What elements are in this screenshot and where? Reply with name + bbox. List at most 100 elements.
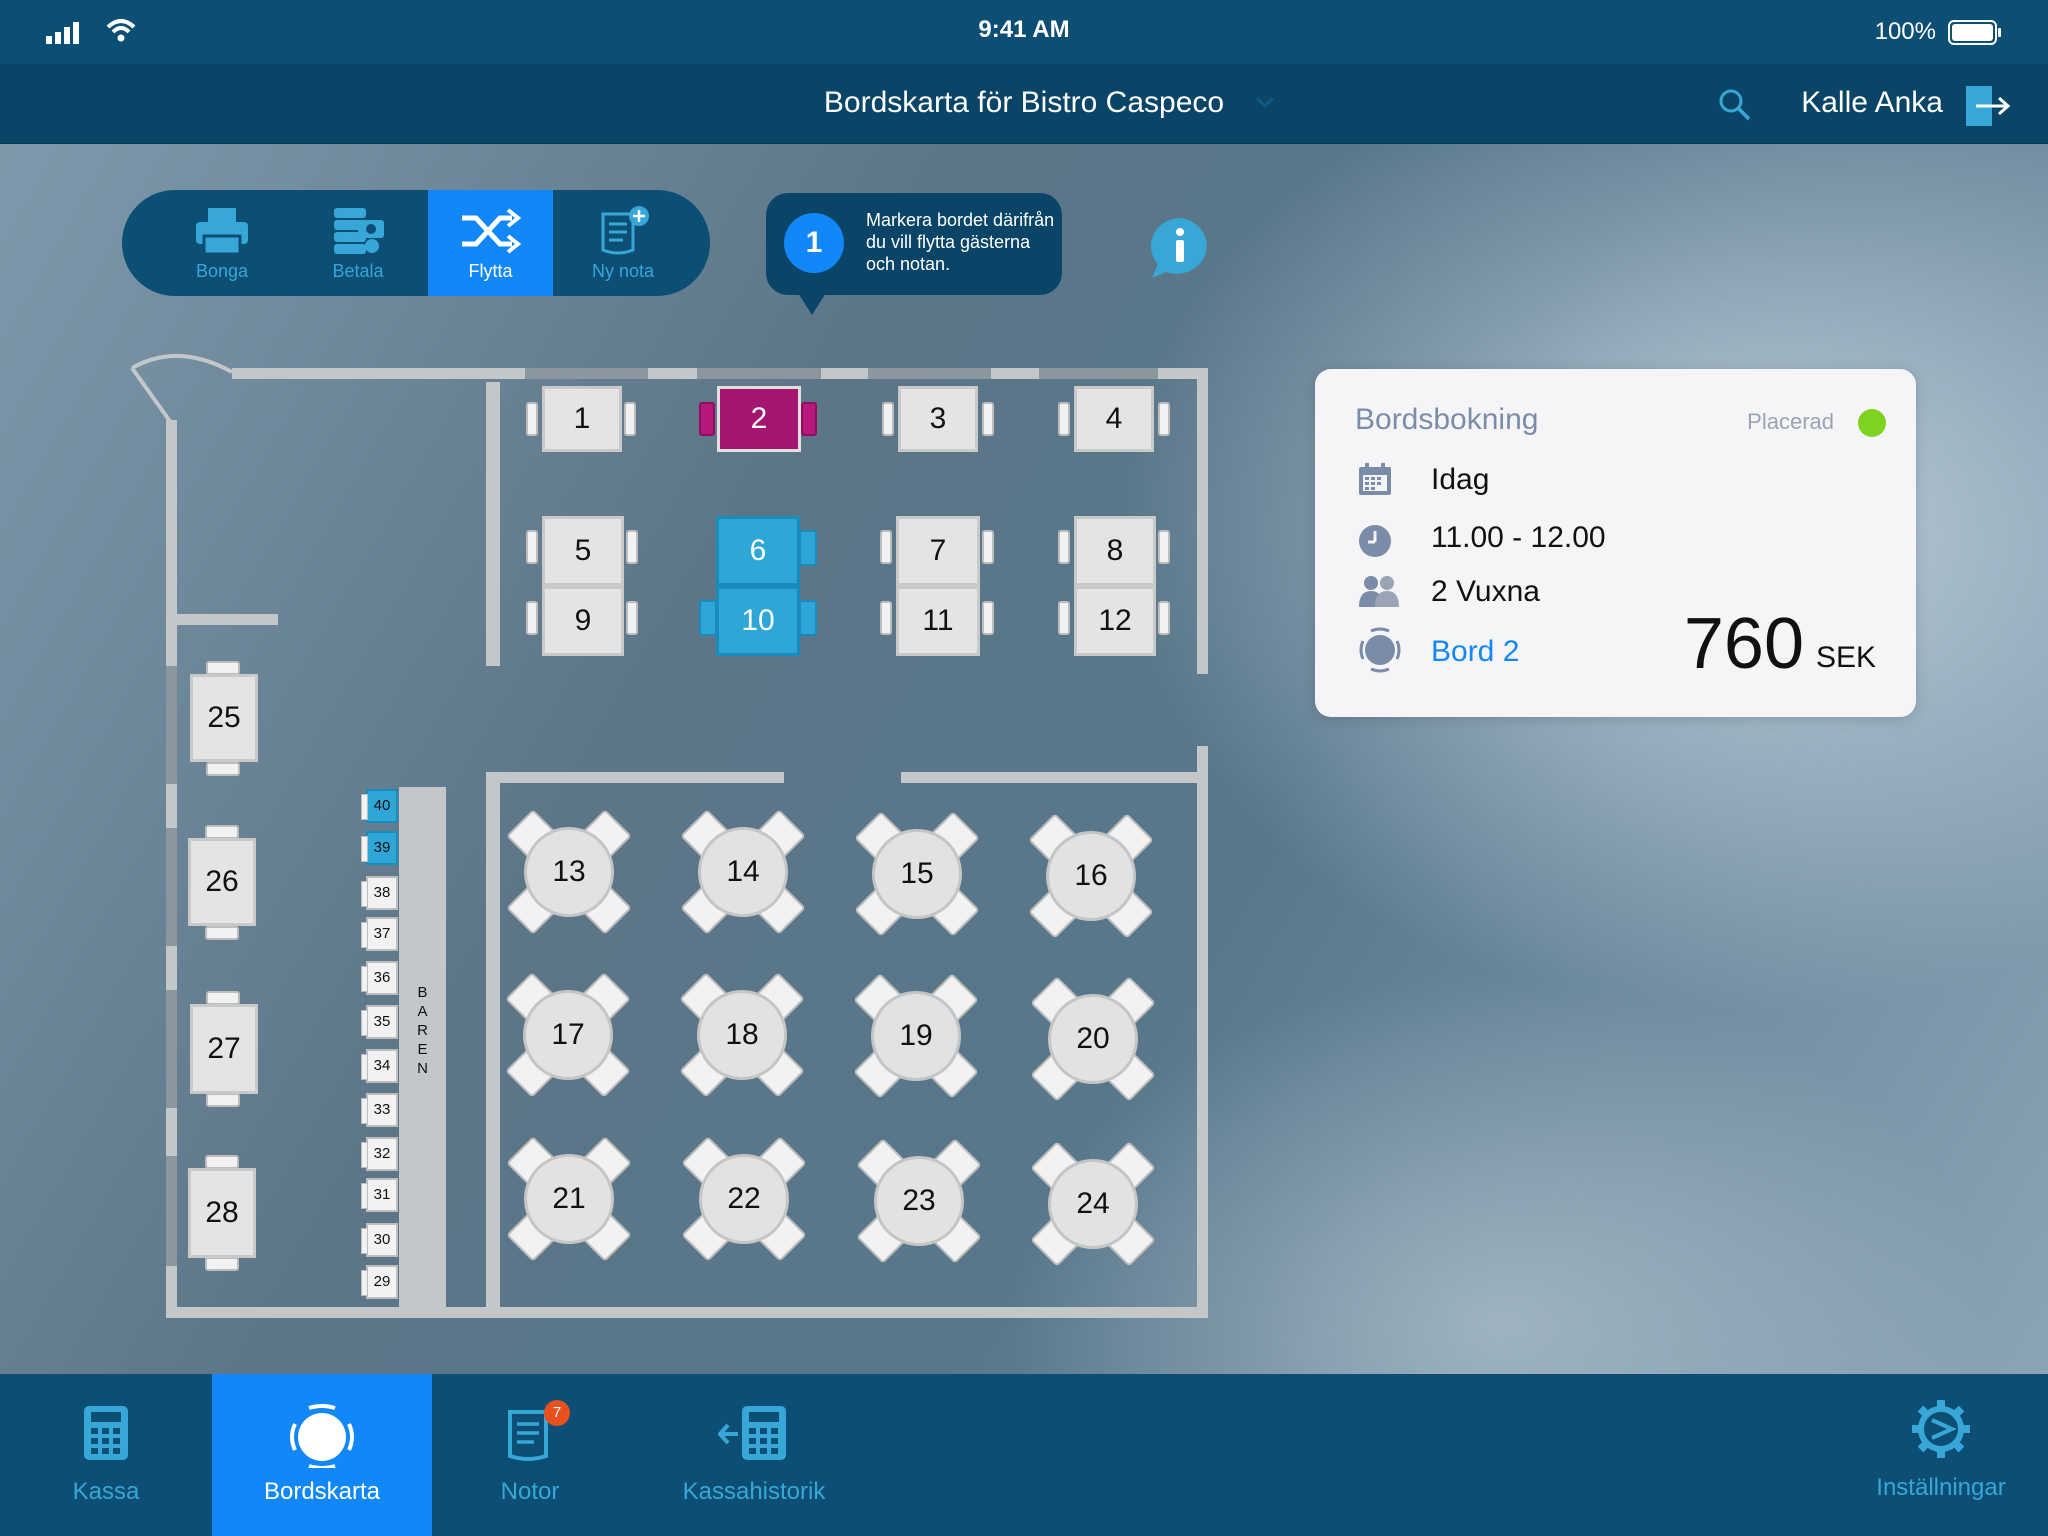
- table-14[interactable]: 14: [698, 827, 788, 917]
- table-19[interactable]: 19: [871, 991, 961, 1081]
- table-21[interactable]: 21: [524, 1154, 614, 1244]
- booking-guests: 2 Vuxna: [1431, 575, 1540, 608]
- wall: [166, 614, 278, 625]
- round-table-17[interactable]: 17: [505, 972, 631, 1098]
- chair: [1158, 402, 1170, 436]
- info-icon[interactable]: [1148, 216, 1212, 280]
- chair: [1058, 402, 1070, 436]
- tab-kassa[interactable]: Kassa: [0, 1374, 212, 1536]
- logout-icon[interactable]: [1966, 86, 2012, 126]
- user-name[interactable]: Kalle Anka: [1801, 86, 1943, 120]
- table-13[interactable]: 13: [524, 827, 614, 917]
- step-number: 1: [784, 213, 844, 273]
- wall: [1197, 746, 1208, 1318]
- booking-status: Placerad: [1747, 409, 1834, 434]
- betala-label: Betala: [332, 261, 384, 281]
- table-2[interactable]: 2: [717, 386, 801, 452]
- bar-seat-39[interactable]: 39: [361, 831, 398, 865]
- bar-seat-33[interactable]: 33: [361, 1093, 398, 1127]
- bar-seat-37[interactable]: 37: [361, 917, 398, 951]
- bar-seat-40[interactable]: 40: [361, 789, 398, 823]
- tab-bordskarta[interactable]: Bordskarta: [212, 1374, 432, 1536]
- table-20[interactable]: 20: [1048, 994, 1138, 1084]
- chair: [880, 530, 892, 564]
- table-16[interactable]: 16: [1046, 831, 1136, 921]
- chair: [205, 825, 239, 839]
- booking-table-link[interactable]: Bord 2: [1431, 635, 1519, 669]
- chair: [799, 600, 817, 636]
- table-17[interactable]: 17: [523, 990, 613, 1080]
- table-15[interactable]: 15: [872, 829, 962, 919]
- bonga-button[interactable]: Bonga: [152, 190, 292, 296]
- table-4[interactable]: 4: [1074, 386, 1154, 452]
- wall: [486, 772, 784, 783]
- tab-installningar[interactable]: Inställningar: [1850, 1374, 2032, 1536]
- round-table-15[interactable]: 15: [854, 811, 980, 937]
- clock: 9:41 AM: [978, 16, 1070, 43]
- search-icon[interactable]: [1718, 88, 1752, 122]
- bar-seat-36[interactable]: 36: [361, 961, 398, 995]
- window: [166, 666, 177, 784]
- bar-counter: BAREN: [399, 787, 446, 1309]
- table-25[interactable]: 25: [190, 674, 258, 762]
- booking-currency: SEK: [1815, 641, 1876, 674]
- battery-percent: 100%: [1874, 18, 1936, 45]
- table-12[interactable]: 12: [1074, 586, 1156, 656]
- table-6[interactable]: 6: [716, 516, 800, 586]
- wall: [1197, 368, 1208, 674]
- bar-seat-31[interactable]: 31: [361, 1178, 398, 1212]
- window: [166, 828, 177, 946]
- round-table-22[interactable]: 22: [681, 1136, 807, 1262]
- booking-card[interactable]: Bordsbokning Placerad Idag 11.00 - 12.00…: [1315, 369, 1916, 717]
- bar-seat-34[interactable]: 34: [361, 1049, 398, 1083]
- round-table-20[interactable]: 20: [1030, 976, 1156, 1102]
- bar-seat-35[interactable]: 35: [361, 1005, 398, 1039]
- wall: [166, 1307, 1208, 1318]
- bar-seat-30[interactable]: 30: [361, 1223, 398, 1257]
- chair: [799, 530, 817, 566]
- guests-icon: [1359, 576, 1399, 607]
- table-icon: [1359, 627, 1401, 673]
- table-map-icon: [290, 1404, 354, 1468]
- chair: [982, 530, 994, 564]
- chair: [205, 1155, 239, 1169]
- tab-notor[interactable]: 7 Notor: [432, 1374, 628, 1536]
- round-table-19[interactable]: 19: [853, 973, 979, 1099]
- table-24[interactable]: 24: [1048, 1159, 1138, 1249]
- ny-nota-button[interactable]: Ny nota: [553, 190, 693, 296]
- table-22[interactable]: 22: [699, 1154, 789, 1244]
- chair: [1058, 530, 1070, 564]
- table-1[interactable]: 1: [542, 386, 622, 452]
- battery-icon: [1948, 20, 2001, 45]
- table-26[interactable]: 26: [188, 838, 256, 926]
- window: [525, 368, 648, 379]
- tab-kassahistorik[interactable]: Kassahistorik: [628, 1374, 880, 1536]
- table-9[interactable]: 9: [542, 586, 624, 656]
- table-10[interactable]: 10: [716, 586, 800, 656]
- table-27[interactable]: 27: [190, 1004, 258, 1094]
- betala-button[interactable]: Betala: [288, 190, 428, 296]
- round-table-21[interactable]: 21: [506, 1136, 632, 1262]
- table-11[interactable]: 11: [896, 586, 980, 656]
- chevron-down-icon[interactable]: [1255, 96, 1275, 110]
- chair: [206, 661, 240, 675]
- bar-seat-29[interactable]: 29: [361, 1265, 398, 1299]
- flytta-button[interactable]: Flytta: [428, 190, 553, 296]
- table-28[interactable]: 28: [188, 1168, 256, 1258]
- round-table-13[interactable]: 13: [506, 809, 632, 935]
- table-3[interactable]: 3: [898, 386, 978, 452]
- chair: [882, 402, 894, 436]
- round-table-16[interactable]: 16: [1028, 813, 1154, 939]
- table-18[interactable]: 18: [697, 990, 787, 1080]
- window: [697, 368, 821, 379]
- round-table-18[interactable]: 18: [679, 972, 805, 1098]
- bar-seat-32[interactable]: 32: [361, 1137, 398, 1171]
- bar-seat-38[interactable]: 38: [361, 876, 398, 910]
- round-table-23[interactable]: 23: [856, 1138, 982, 1264]
- table-7[interactable]: 7: [896, 516, 980, 586]
- round-table-24[interactable]: 24: [1030, 1141, 1156, 1267]
- table-5[interactable]: 5: [542, 516, 624, 586]
- table-8[interactable]: 8: [1074, 516, 1156, 586]
- table-23[interactable]: 23: [874, 1156, 964, 1246]
- round-table-14[interactable]: 14: [680, 809, 806, 935]
